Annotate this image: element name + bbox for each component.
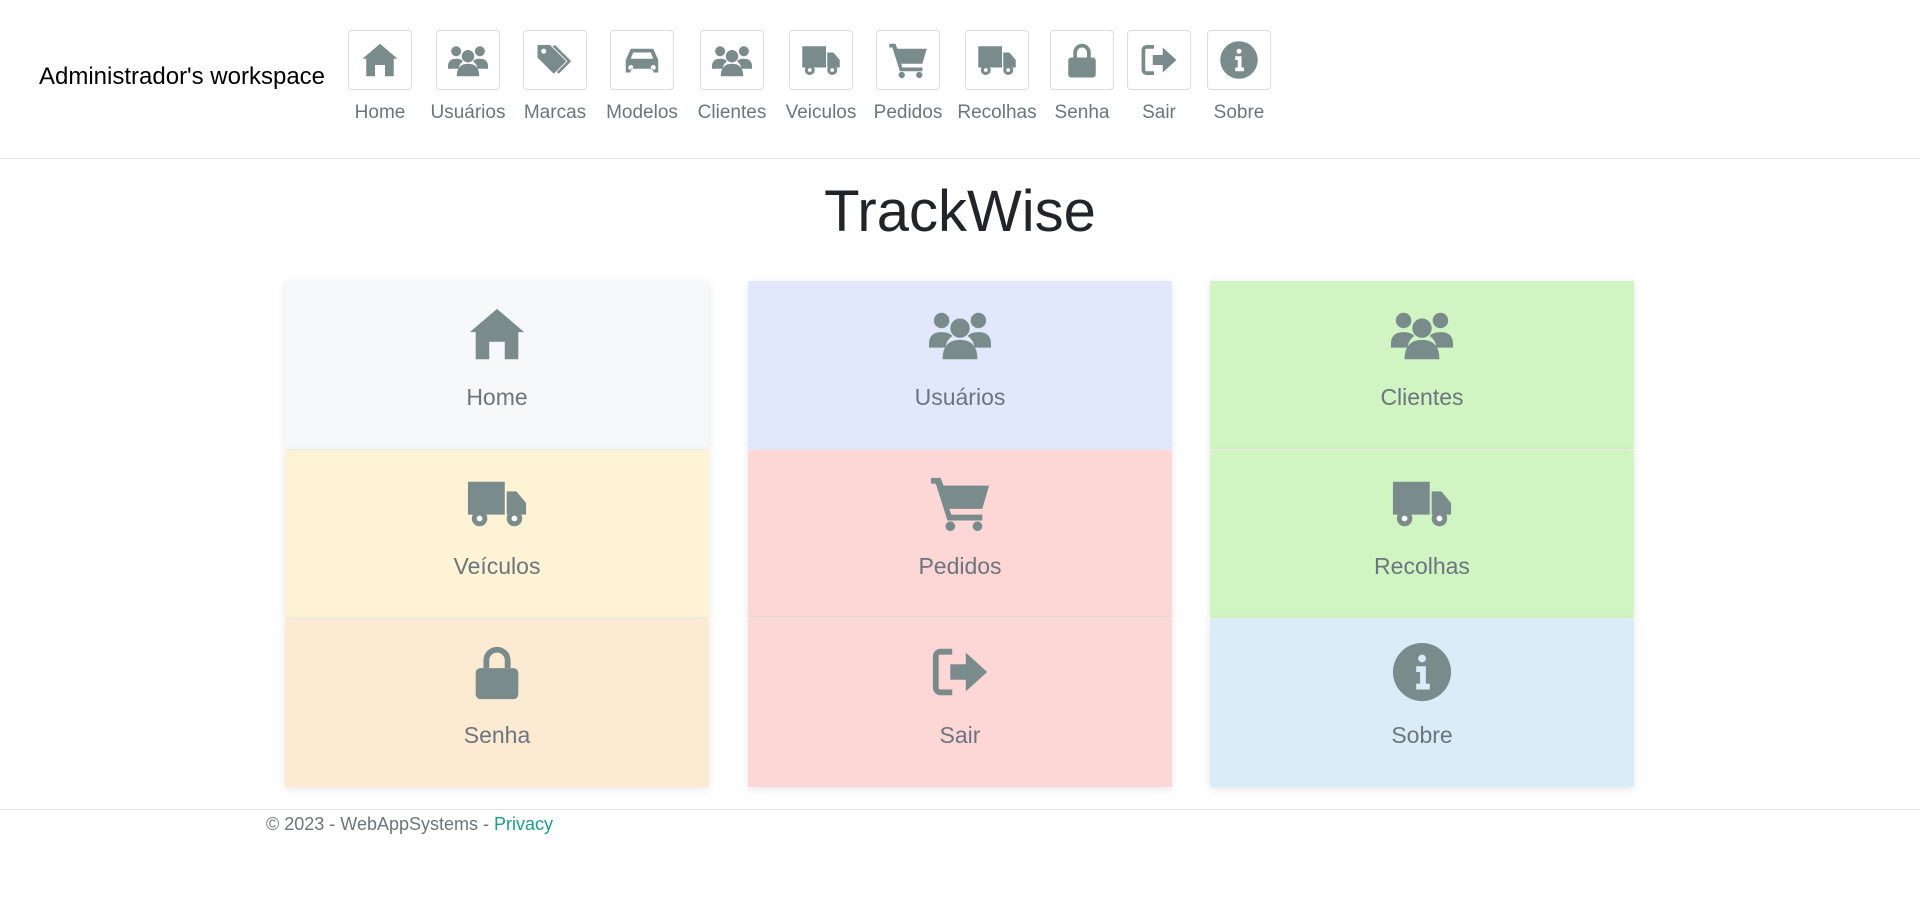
cart-icon: [926, 472, 994, 534]
tile-pedidos[interactable]: Pedidos: [748, 450, 1172, 618]
cart-icon: [888, 40, 928, 80]
nav-item-clientes[interactable]: Clientes: [687, 30, 777, 124]
users-icon: [1388, 303, 1456, 365]
car-icon: [622, 40, 662, 80]
tile-sobre[interactable]: Sobre: [1210, 619, 1634, 787]
info-icon: [1388, 641, 1456, 703]
tile-veiculos[interactable]: Veículos: [285, 450, 709, 618]
tile-home[interactable]: Home: [285, 281, 709, 449]
sign-out-icon: [926, 641, 994, 703]
nav-item-veiculos[interactable]: Veiculos: [776, 30, 866, 124]
nav-label: Pedidos: [873, 102, 943, 123]
footer: © 2023 - WebAppSystems - Privacy: [0, 809, 1920, 834]
nav-icon-box[interactable]: [1127, 30, 1191, 90]
nav-icon-box[interactable]: [523, 30, 587, 90]
nav-icon-box[interactable]: [789, 30, 853, 90]
tile-label: Recolhas: [1374, 553, 1470, 579]
nav-item-sobre[interactable]: Sobre: [1194, 30, 1284, 124]
nav-label: Veiculos: [785, 102, 857, 123]
tile-label: Senha: [463, 722, 531, 748]
nav-label: Sobre: [1213, 102, 1265, 123]
nav-icon-box[interactable]: [1050, 30, 1114, 90]
page-title: TrackWise: [824, 179, 1096, 244]
footer-text: © 2023 - WebAppSystems - Privacy: [266, 814, 553, 835]
nav-label: Home: [354, 102, 406, 123]
tile-label: Veículos: [453, 553, 541, 579]
tile-recolhas[interactable]: Recolhas: [1210, 450, 1634, 618]
users-icon: [448, 40, 488, 80]
tile-clientes[interactable]: Clientes: [1210, 281, 1634, 449]
nav-item-modelos[interactable]: Modelos: [597, 30, 687, 124]
nav-icon-box[interactable]: [348, 30, 412, 90]
nav-item-usuarios[interactable]: Usuários: [423, 30, 513, 124]
tile-grid: Home Usuários Clientes Veículos Pedidos …: [0, 281, 1920, 788]
nav-icon-box[interactable]: [700, 30, 764, 90]
nav-label: Modelos: [606, 102, 678, 123]
truck-icon: [463, 472, 531, 534]
privacy-link[interactable]: Privacy: [494, 814, 553, 834]
lock-icon: [463, 641, 531, 703]
tile-usuarios[interactable]: Usuários: [748, 281, 1172, 449]
home-icon: [463, 303, 531, 365]
users-icon: [712, 40, 752, 80]
truck-icon: [1388, 472, 1456, 534]
tile-label: Home: [466, 384, 528, 410]
tile-label: Pedidos: [918, 553, 1002, 579]
sign-out-icon: [1139, 40, 1179, 80]
nav-icon-box[interactable]: [610, 30, 674, 90]
tags-icon: [535, 40, 575, 80]
nav-item-sair[interactable]: Sair: [1114, 30, 1204, 124]
nav-label: Sair: [1142, 102, 1176, 123]
nav-item-home[interactable]: Home: [335, 30, 425, 124]
nav-label: Recolhas: [957, 102, 1037, 123]
tile-label: Sair: [939, 722, 981, 748]
lock-icon: [1062, 40, 1102, 80]
tile-sair[interactable]: Sair: [748, 619, 1172, 787]
info-icon: [1219, 40, 1259, 80]
copyright-text: © 2023 - WebAppSystems -: [266, 814, 495, 834]
tile-label: Usuários: [914, 384, 1006, 410]
brand[interactable]: Administrador's workspace: [39, 63, 325, 91]
navbar: Administrador's workspace Home Usuários …: [0, 0, 1920, 159]
users-icon: [926, 303, 994, 365]
nav-item-marcas[interactable]: Marcas: [510, 30, 600, 124]
nav-icon-box[interactable]: [965, 30, 1029, 90]
nav-icon-box[interactable]: [436, 30, 500, 90]
truck-icon: [977, 40, 1017, 80]
nav-item-recolhas[interactable]: Recolhas: [952, 30, 1042, 124]
nav-icon-box[interactable]: [1207, 30, 1271, 90]
home-icon: [360, 40, 400, 80]
nav-label: Marcas: [523, 102, 587, 123]
tile-label: Clientes: [1380, 384, 1464, 410]
tile-senha[interactable]: Senha: [285, 619, 709, 787]
nav-label: Clientes: [697, 102, 767, 123]
nav-icon-box[interactable]: [876, 30, 940, 90]
nav-label: Usuários: [430, 102, 506, 123]
truck-icon: [801, 40, 841, 80]
nav-item-pedidos[interactable]: Pedidos: [863, 30, 953, 124]
tile-label: Sobre: [1391, 722, 1453, 748]
